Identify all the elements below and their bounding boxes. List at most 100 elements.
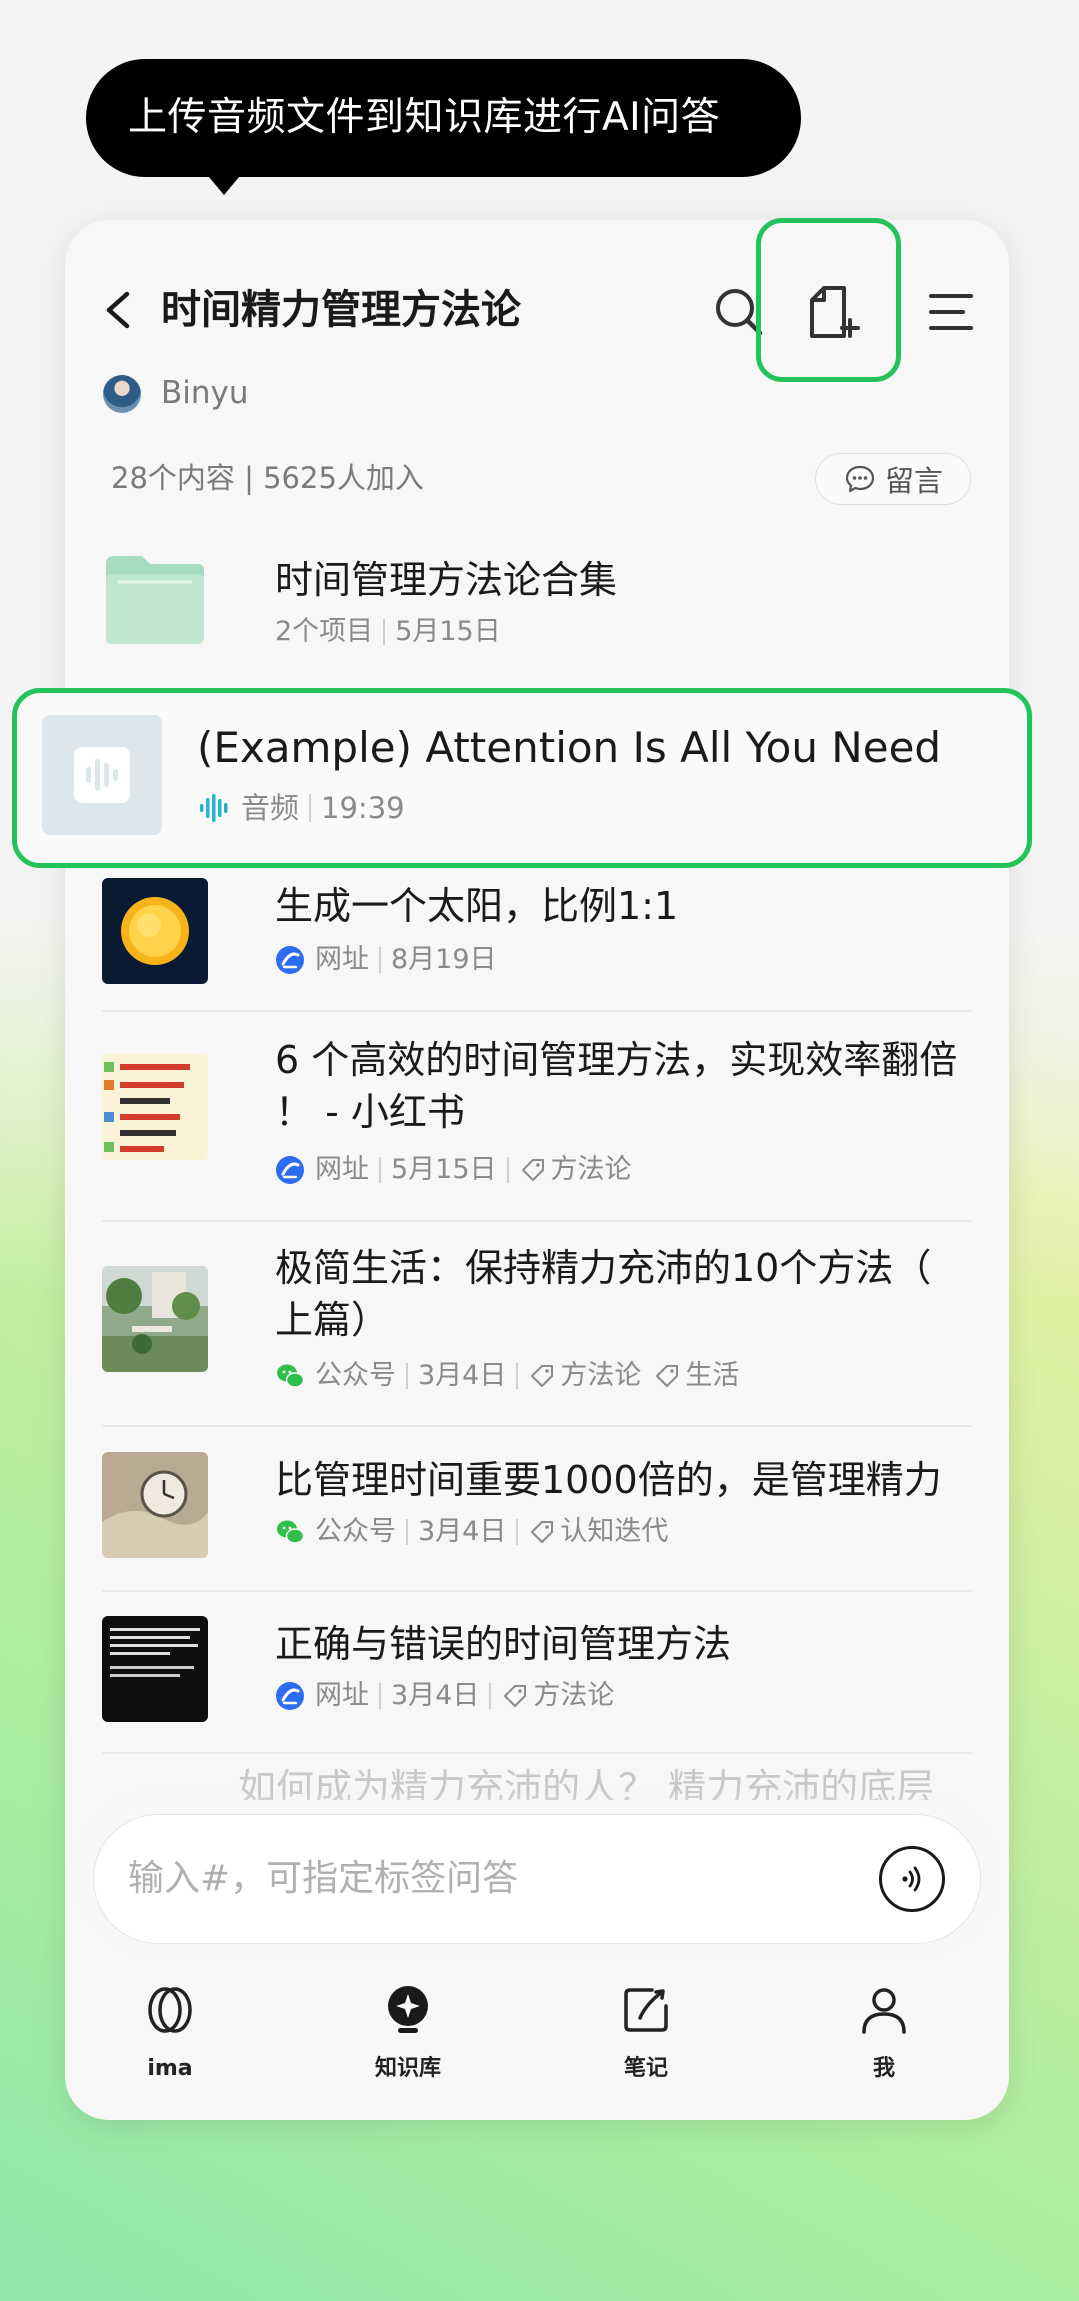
- tag[interactable]: 方法论: [519, 1150, 632, 1190]
- tab-label: 知识库: [374, 2056, 441, 2081]
- tab-profile[interactable]: 我: [809, 1980, 959, 2084]
- tag-icon: [531, 1521, 554, 1543]
- meta-divider: [406, 1519, 408, 1545]
- meta-divider: [379, 947, 381, 973]
- meta-divider: [379, 1683, 381, 1709]
- author-name[interactable]: Binyu: [161, 370, 249, 416]
- comment-label: 留言: [884, 464, 943, 498]
- item-date: 3月4日: [391, 1680, 480, 1711]
- tag-label: 方法论: [560, 1360, 642, 1391]
- tab-label: ima: [147, 2056, 193, 2081]
- sun-image-thumbnail: [102, 878, 208, 984]
- item-title-line: 极简生活：保持精力充沛的10个方法（: [275, 1246, 932, 1290]
- article-thumbnail: [102, 1452, 208, 1558]
- page-title: 时间精力管理方法论: [161, 287, 521, 333]
- menu-icon[interactable]: [909, 270, 993, 354]
- meta-divider: [489, 1683, 492, 1709]
- knowledge-base-icon: [388, 1986, 428, 2033]
- item-type: 音频: [241, 791, 300, 825]
- divider: [102, 1220, 972, 1222]
- item-date: 5月15日: [395, 616, 501, 647]
- hint-tooltip: 上传音频文件到知识库进行AI问答: [86, 59, 801, 195]
- comment-button[interactable]: 留言: [815, 453, 971, 505]
- item-meta: 网址 8月19日: [275, 940, 497, 980]
- link-source-icon: [276, 1682, 304, 1710]
- input-placeholder: 输入#，可指定标签问答: [128, 1858, 519, 1899]
- list-item[interactable]: 比管理时间重要1000倍的，是管理精力 公众号 3月4日 认知迭代: [102, 1452, 972, 1572]
- item-meta: 2个项目 5月15日: [275, 612, 501, 652]
- tag-label: 方法论: [550, 1154, 632, 1185]
- voice-button[interactable]: [879, 1846, 945, 1912]
- kb-stats: 28个内容 | 5625人加入: [111, 461, 424, 495]
- list-item-audio[interactable]: (Example) Attention Is All You Need 音频 1…: [12, 688, 1032, 868]
- meta-divider: [516, 1519, 519, 1545]
- tab-ima[interactable]: ima: [95, 1980, 245, 2084]
- list-item[interactable]: 极简生活：保持精力充沛的10个方法（ 上篇） 公众号 3月4日 方法论 生活: [102, 1238, 972, 1418]
- item-count: 2个项目: [275, 616, 374, 647]
- item-source: 公众号: [315, 1360, 396, 1391]
- tab-knowledge-base[interactable]: 知识库: [333, 1980, 483, 2084]
- tab-label: 我: [872, 2056, 895, 2081]
- bottom-tab-bar: ima 知识库 笔记 我: [65, 1980, 1009, 2120]
- item-title-line: 上篇）: [275, 1298, 390, 1342]
- item-source: 网址: [315, 1680, 369, 1711]
- item-meta: 公众号 3月4日 方法论 生活: [275, 1356, 739, 1396]
- item-title: (Example) Attention Is All You Need: [197, 723, 942, 772]
- article-thumbnail: [102, 1616, 208, 1722]
- item-title: 时间管理方法论合集: [275, 558, 618, 602]
- tag[interactable]: 方法论: [528, 1356, 641, 1396]
- link-source-icon: [276, 1156, 304, 1184]
- item-duration: 19:39: [321, 791, 405, 825]
- tag-label: 生活: [685, 1360, 740, 1391]
- tag-label: 认知迭代: [560, 1516, 669, 1547]
- tag[interactable]: 方法论: [501, 1676, 614, 1716]
- item-date: 3月4日: [418, 1516, 507, 1547]
- voice-icon: [902, 1866, 921, 1892]
- item-source: 网址: [315, 1154, 369, 1185]
- list-item-partial[interactable]: 如何成为精力充沛的人？ 精力充沛的底层: [238, 1768, 934, 1800]
- wechat-source-icon: [277, 1520, 305, 1544]
- back-arrow-icon[interactable]: [99, 280, 139, 340]
- item-meta: 音频 19:39: [197, 786, 405, 830]
- tag-icon: [531, 1365, 554, 1387]
- author-avatar[interactable]: [103, 375, 141, 413]
- item-date: 8月19日: [391, 944, 497, 975]
- note-icon: [624, 1988, 668, 2032]
- divider: [102, 1590, 972, 1592]
- tag[interactable]: 生活: [653, 1356, 739, 1396]
- tab-notes[interactable]: 笔记: [571, 1980, 721, 2084]
- profile-icon: [862, 1988, 906, 2034]
- meta-divider: [309, 794, 312, 822]
- tag[interactable]: 认知迭代: [528, 1512, 668, 1552]
- tab-label: 笔记: [623, 2056, 668, 2081]
- audio-file-icon: [74, 747, 130, 803]
- list-item[interactable]: 正确与错误的时间管理方法 网址 3月4日 方法论: [102, 1616, 972, 1736]
- list-item[interactable]: 生成一个太阳，比例1:1 网址 8月19日: [102, 878, 972, 988]
- item-title: 极简生活：保持精力充沛的10个方法（ 上篇）: [275, 1242, 965, 1346]
- item-title-line: ！ - 小红书: [275, 1090, 465, 1134]
- question-input[interactable]: 输入#，可指定标签问答: [93, 1814, 981, 1944]
- meta-divider: [379, 1157, 381, 1183]
- item-source: 公众号: [315, 1516, 396, 1547]
- item-meta: 网址 3月4日 方法论: [275, 1676, 614, 1716]
- meta-divider: [506, 1157, 509, 1183]
- audio-wave-icon: [200, 794, 228, 822]
- item-meta: 网址 5月15日 方法论: [275, 1150, 632, 1190]
- divider: [102, 1010, 972, 1012]
- tag-icon: [656, 1365, 679, 1387]
- tag-icon: [521, 1159, 544, 1181]
- item-title: 正确与错误的时间管理方法: [275, 1622, 732, 1666]
- meta-divider: [406, 1363, 408, 1389]
- add-file-highlight: [756, 218, 901, 382]
- article-thumbnail: [102, 1266, 208, 1372]
- meta-divider: [383, 619, 386, 645]
- item-title-line: 6 个高效的时间管理方法，实现效率翻倍: [275, 1038, 958, 1082]
- folder-icon: [106, 556, 204, 644]
- item-date: 3月4日: [418, 1360, 507, 1391]
- article-thumbnail: [102, 1054, 208, 1160]
- list-item[interactable]: 6 个高效的时间管理方法，实现效率翻倍 ！ - 小红书 网址 5月15日 方法论: [102, 1030, 972, 1210]
- list-item-folder[interactable]: 时间管理方法论合集 2个项目 5月15日: [102, 550, 972, 670]
- ima-logo-icon: [148, 1987, 192, 2033]
- divider: [102, 1752, 972, 1754]
- audio-thumbnail: [42, 715, 162, 835]
